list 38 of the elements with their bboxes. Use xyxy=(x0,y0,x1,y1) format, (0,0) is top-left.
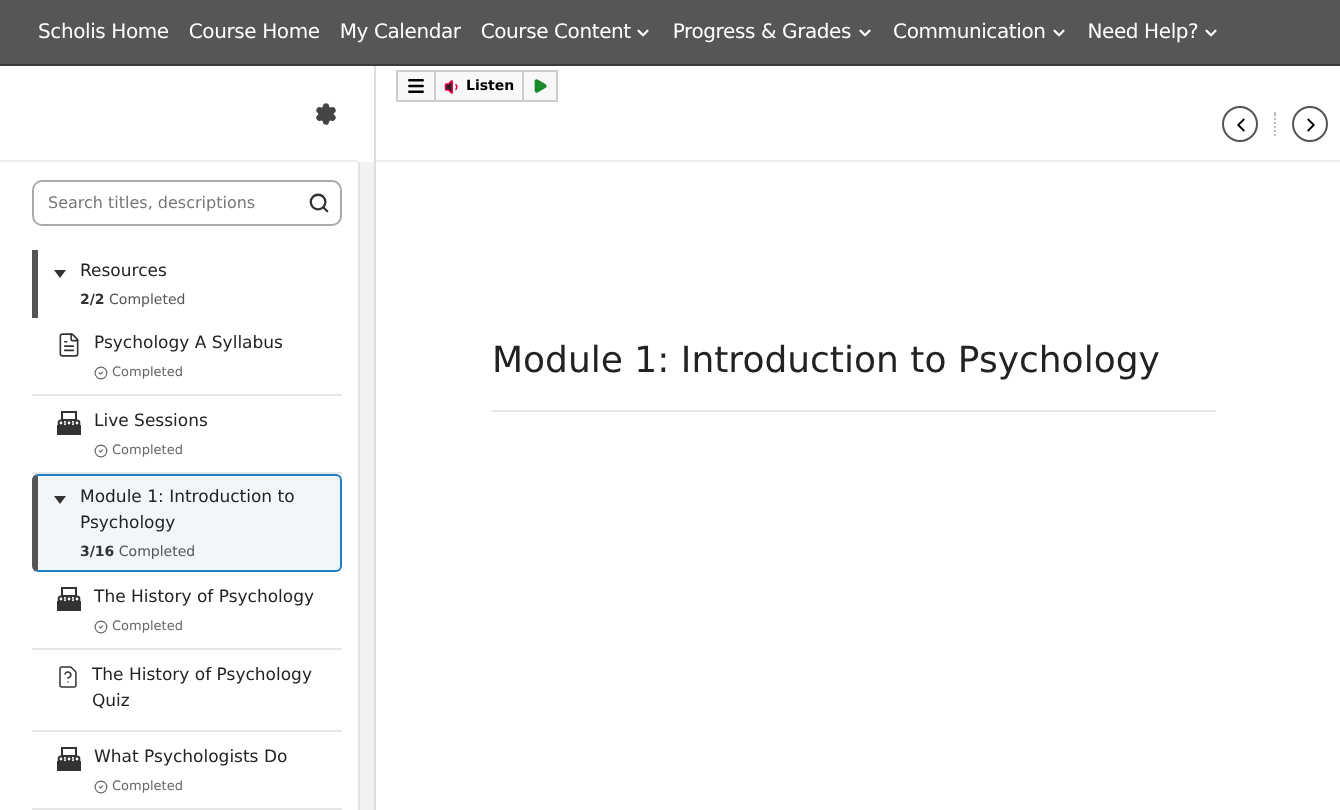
menu-icon xyxy=(406,76,426,96)
topic-title: Psychology A Syllabus xyxy=(94,332,283,358)
classroom-icon xyxy=(56,586,82,612)
check-circle-icon xyxy=(94,443,108,457)
nav-link[interactable]: Need Help? xyxy=(1077,21,1231,43)
speaker-icon xyxy=(444,77,462,95)
classroom-icon xyxy=(56,410,82,436)
nav-link[interactable]: Course Home xyxy=(178,21,330,43)
next-button[interactable] xyxy=(1292,106,1328,142)
topic-title: What Psychologists Do xyxy=(94,746,288,772)
nav-link[interactable]: Progress & Grades xyxy=(662,21,884,43)
check-circle-icon xyxy=(94,779,108,793)
topic-title: Live Sessions xyxy=(94,410,208,436)
page-title: Module 1: Introduction to Psychology xyxy=(492,338,1162,386)
expand-triangle-icon[interactable] xyxy=(54,268,66,280)
play-icon xyxy=(532,78,549,94)
document-icon xyxy=(56,332,82,358)
settings-icon[interactable] xyxy=(314,101,338,125)
check-circle-icon xyxy=(94,619,108,633)
search-field[interactable]: Search titles, descriptions xyxy=(32,180,342,226)
classroom-icon xyxy=(56,746,82,772)
nav-link[interactable]: Scholis Home xyxy=(28,21,179,43)
topic-title: The History of Psychology xyxy=(94,586,315,612)
topic-item[interactable]: The History of Psychology Quiz xyxy=(32,650,342,732)
menu-button[interactable] xyxy=(398,72,436,100)
module-title: Resources xyxy=(80,260,169,286)
nav-link[interactable]: My Calendar xyxy=(329,21,471,43)
previous-button[interactable] xyxy=(1222,106,1258,142)
topic-title: The History of Psychology Quiz xyxy=(91,664,314,716)
search-icon[interactable] xyxy=(308,192,330,214)
play-button[interactable] xyxy=(524,72,557,100)
module-title: Module 1: Introduction to Psychology xyxy=(80,486,297,538)
expand-triangle-icon[interactable] xyxy=(54,494,66,506)
scrollbar[interactable] xyxy=(358,162,374,810)
quiz-icon xyxy=(56,664,80,690)
check-circle-icon xyxy=(94,365,108,379)
nav-link[interactable]: Course Content xyxy=(470,21,663,43)
nav-link[interactable]: Communication xyxy=(883,21,1078,43)
